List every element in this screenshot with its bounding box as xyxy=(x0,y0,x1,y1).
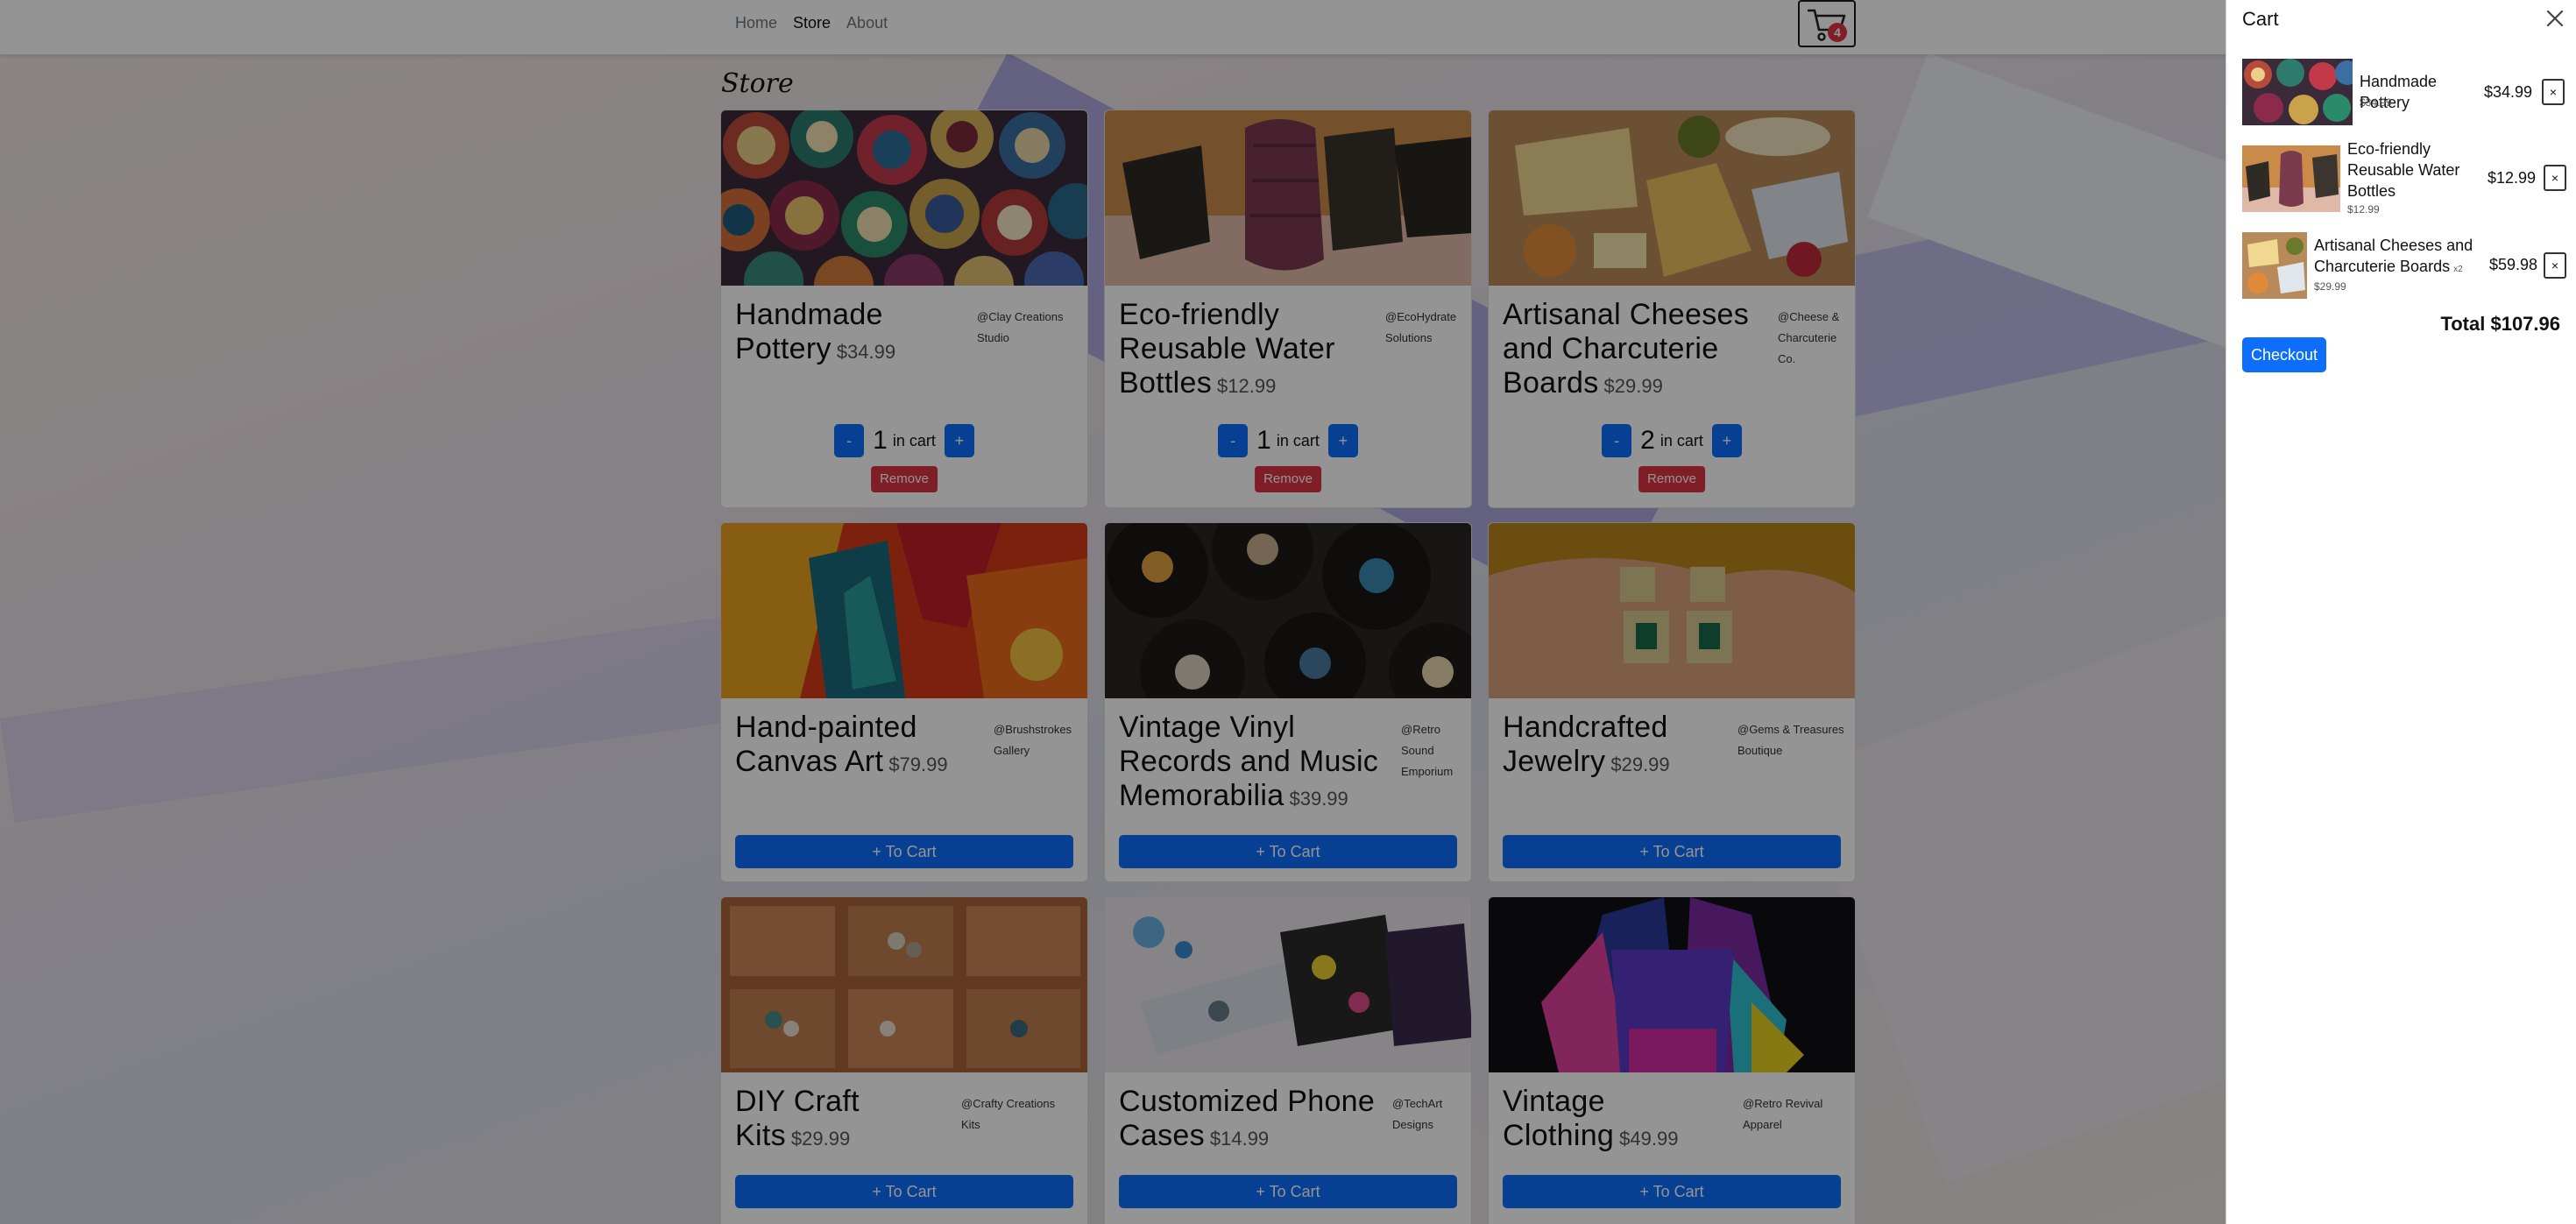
cart-title: Cart xyxy=(2242,8,2279,30)
cart-panel: Cart Handmade Pottery $34.99 $34.99 × Ec… xyxy=(2226,0,2576,1224)
cart-item-name: Eco-friendly Reusable Water Bottles xyxy=(2347,140,2460,200)
cart-item-quantity: x2 xyxy=(2453,265,2463,274)
cart-total: Total $107.96 xyxy=(2440,313,2560,335)
modal-backdrop[interactable] xyxy=(0,0,2576,1224)
remove-item-button[interactable]: × xyxy=(2542,79,2565,105)
cart-item-name-text: Artisanal Cheeses and Charcuterie Boards xyxy=(2314,237,2473,275)
cart-item-name: Artisanal Cheeses and Charcuterie Boards… xyxy=(2314,235,2489,280)
cart-item: Handmade Pottery $34.99 $34.99 × xyxy=(2242,59,2566,125)
cart-item-total: $59.98 xyxy=(2489,256,2538,273)
cart-item-total: $34.99 xyxy=(2484,83,2533,101)
cart-item-unit-price: $29.99 xyxy=(2314,280,2346,293)
cart-item-unit-price: $12.99 xyxy=(2347,203,2380,216)
cart-item-unit-price: $34.99 xyxy=(2360,96,2392,109)
cart-item-thumbnail xyxy=(2242,145,2340,212)
cart-item-total: $12.99 xyxy=(2488,169,2537,187)
remove-item-button[interactable]: × xyxy=(2544,165,2566,191)
cart-item-thumbnail xyxy=(2242,232,2307,299)
checkout-button[interactable]: Checkout xyxy=(2242,337,2326,372)
close-icon[interactable] xyxy=(2544,7,2566,30)
cart-item-thumbnail xyxy=(2242,59,2353,125)
cart-item: Eco-friendly Reusable Water Bottles $12.… xyxy=(2242,140,2566,216)
remove-item-button[interactable]: × xyxy=(2544,252,2566,279)
cart-item: Artisanal Cheeses and Charcuterie Boards… xyxy=(2242,232,2566,299)
